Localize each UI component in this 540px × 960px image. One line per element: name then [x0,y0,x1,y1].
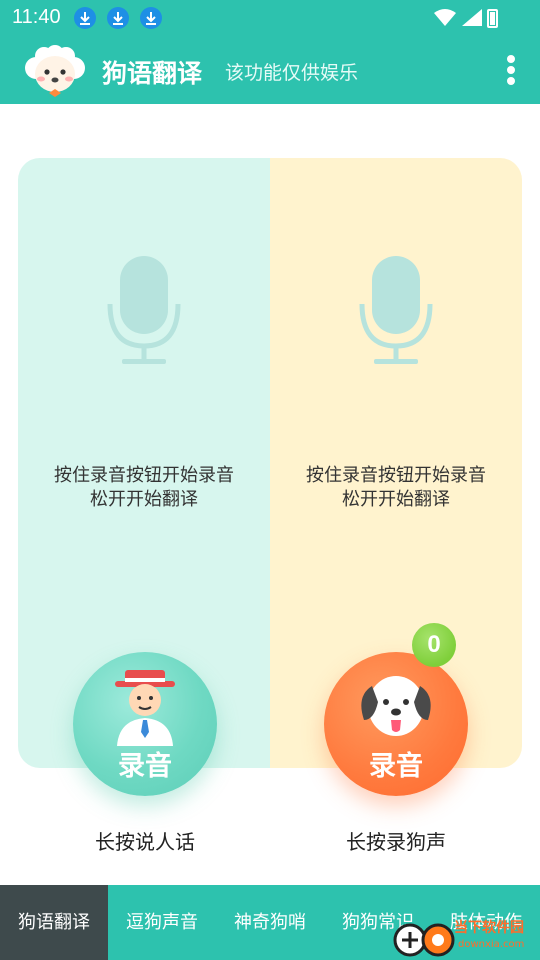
download-icon [140,7,162,29]
record-count-badge: 0 [412,623,456,667]
record-hint: 按住录音按钮开始录音 松开开始翻译 [270,464,522,512]
tab-tease-sounds[interactable]: 逗狗声音 [108,885,216,960]
hint-line: 松开开始翻译 [90,489,198,510]
hint-line: 松开开始翻译 [342,489,450,510]
record-button-label: 录音 [118,751,172,782]
dog-caption: 长按录狗声 [346,830,446,854]
watermark-url: downxia.com [458,939,525,950]
status-bar: 11:40 [0,0,540,36]
hint-line: 按住录音按钮开始录音 [306,465,486,486]
watermark-logo-icon [393,923,455,957]
watermark-text: 当下软件园 [454,920,524,936]
human-caption: 长按说人话 [95,830,195,854]
more-options-icon[interactable] [504,52,518,88]
status-time: 11:40 [12,6,61,28]
app-subtitle: 该功能仅供娱乐 [225,62,359,84]
man-avatar-icon [115,670,175,746]
hint-line: 按住录音按钮开始录音 [54,465,234,486]
download-icon [74,7,96,29]
microphone-icon [107,256,181,364]
record-button-label: 录音 [369,751,423,782]
tab-dog-translate[interactable]: 狗语翻译 [0,885,108,960]
app-title: 狗语翻译 [102,59,203,88]
system-icons [432,7,502,33]
microphone-icon [359,256,433,364]
record-human-button[interactable]: 录音 [73,652,217,796]
record-dog-button[interactable]: 录音 [324,652,468,796]
app-bar: 狗语翻译 该功能仅供娱乐 [0,36,540,104]
poodle-logo-icon [25,45,85,97]
download-icon [107,7,129,29]
dog-face-icon [361,676,431,736]
tab-dog-whistle[interactable]: 神奇狗哨 [216,885,324,960]
record-hint: 按住录音按钮开始录音 松开开始翻译 [18,464,270,512]
wifi-signal-battery-icon [434,9,498,28]
